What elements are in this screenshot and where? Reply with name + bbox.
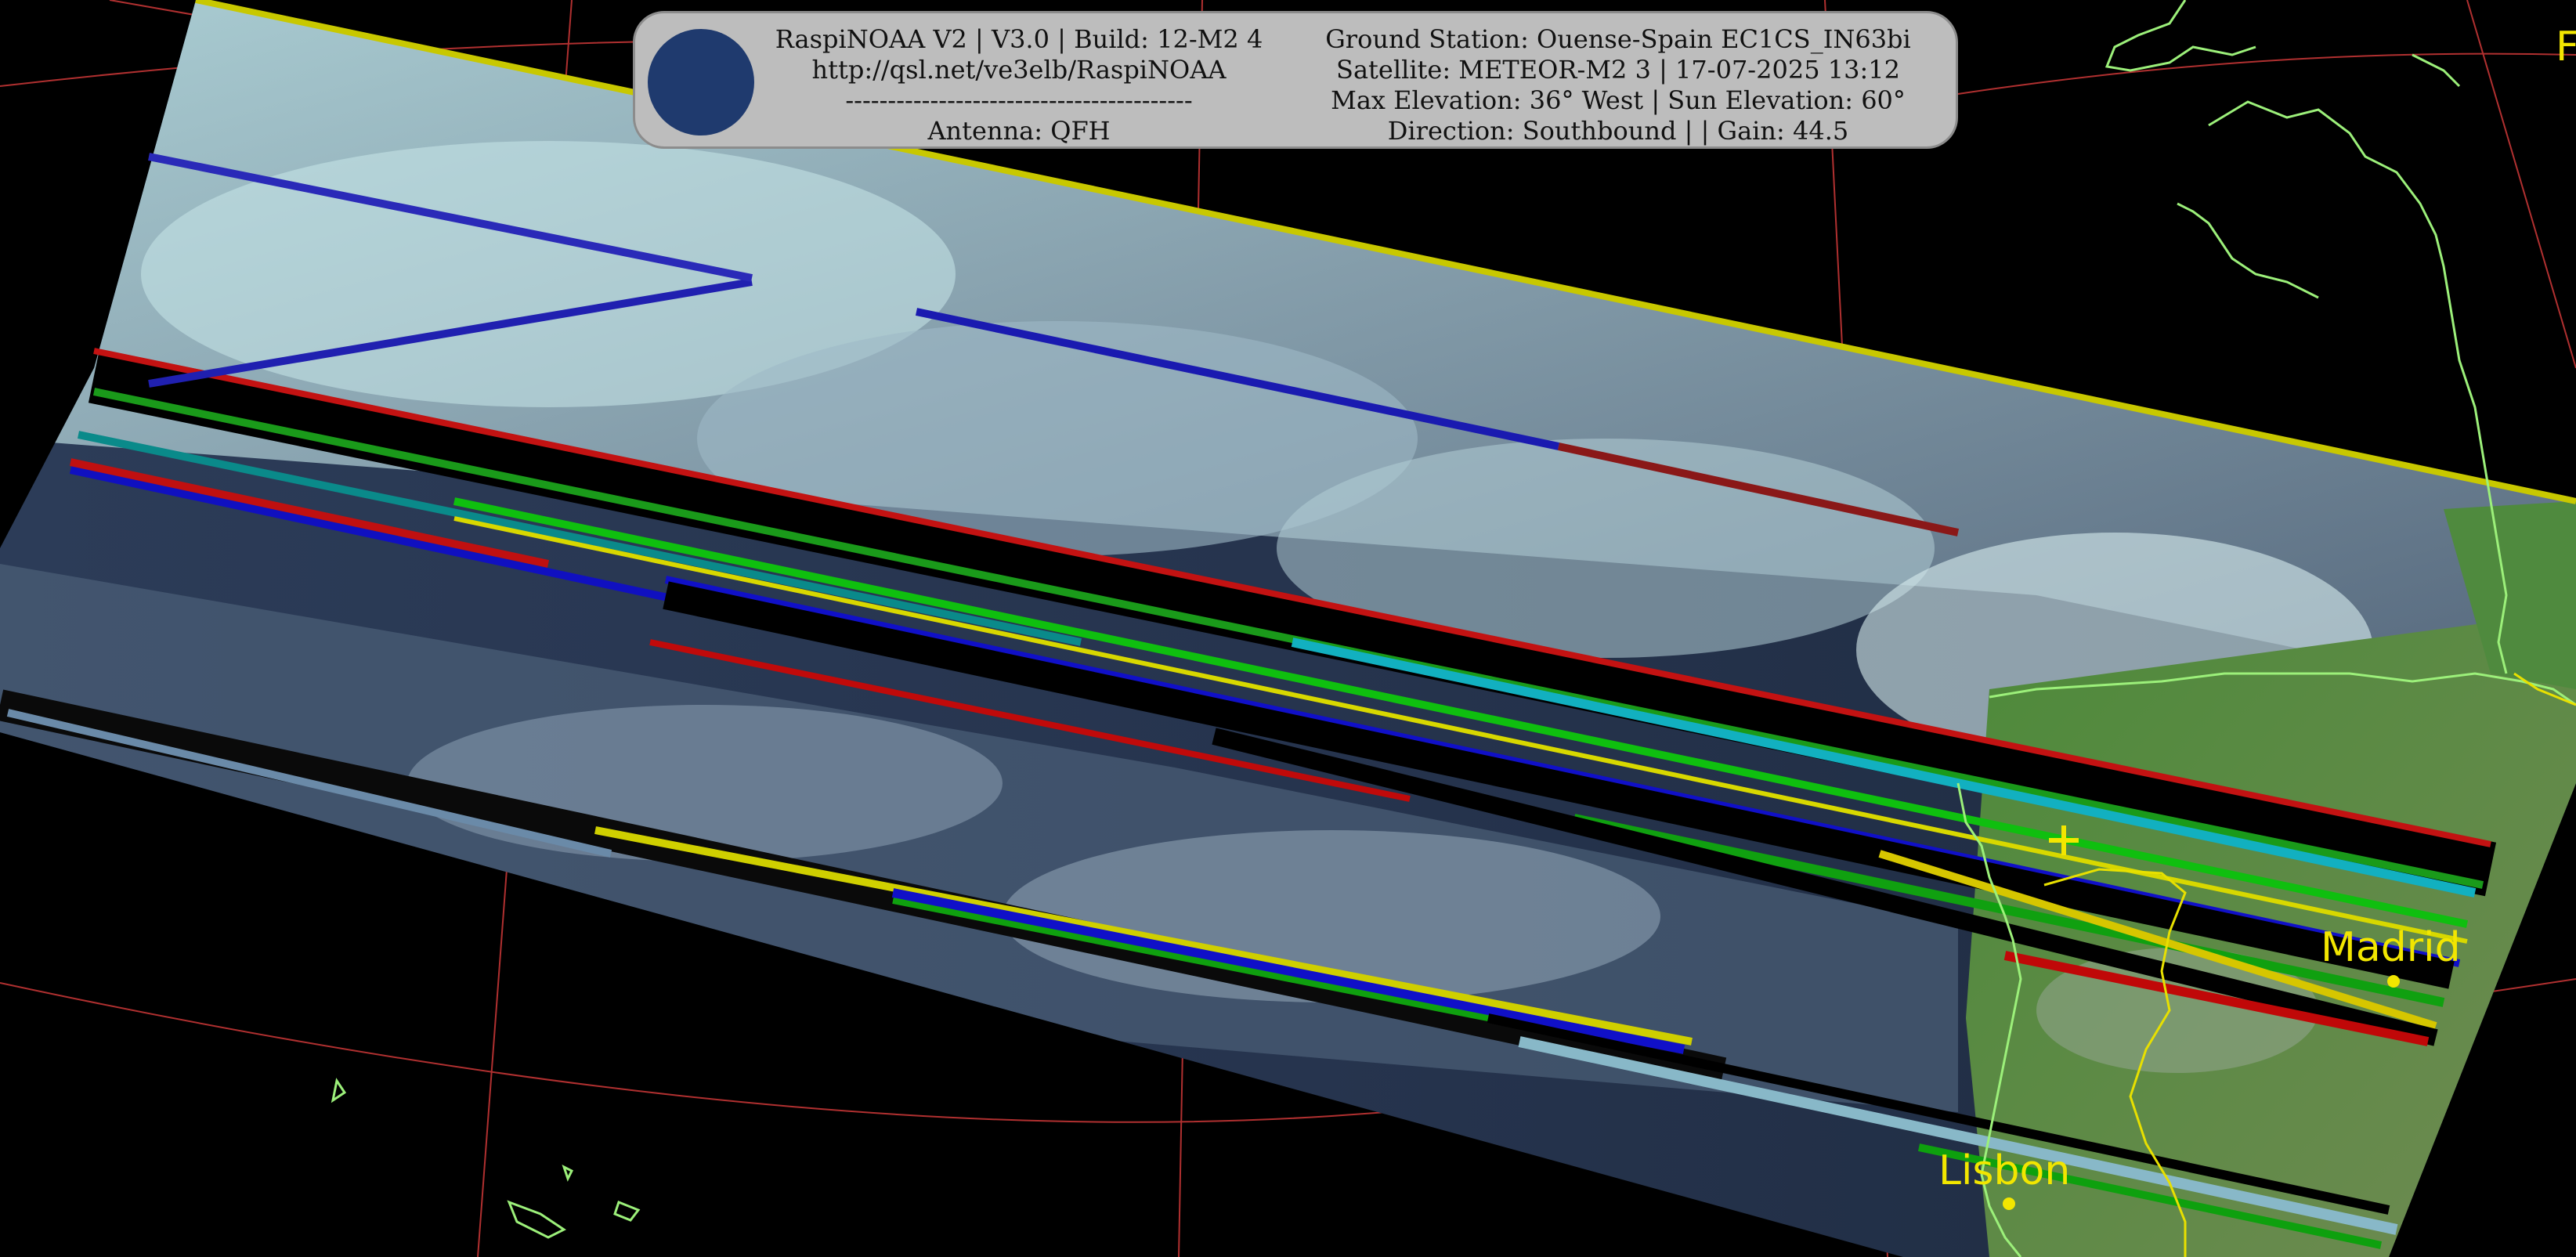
header-url-line: http://qsl.net/ve3elb/RaspiNOAA	[811, 55, 1227, 85]
header-right-column: Ground Station: Ouense-Spain EC1CS_IN63b…	[1301, 24, 1935, 146]
header-build-line: RaspiNOAA V2 | V3.0 | Build: 12-M2 4	[775, 24, 1263, 54]
header-ground-station-line: Ground Station: Ouense-Spain EC1CS_IN63b…	[1325, 24, 1911, 54]
city-dot-icon	[2003, 1197, 2015, 1210]
header-left-column: RaspiNOAA V2 | V3.0 | Build: 12-M2 4 htt…	[753, 24, 1285, 146]
edge-label-fragment: F	[2556, 23, 2576, 70]
city-label-madrid: Madrid	[2321, 924, 2461, 971]
city-dot-icon	[2387, 975, 2400, 988]
logo-disc	[648, 29, 754, 135]
header-divider-line: ----------------------------------------…	[845, 85, 1193, 115]
header-elevation-line: Max Elevation: 36° West | Sun Elevation:…	[1331, 85, 1906, 115]
satellite-pass-image	[0, 0, 2576, 1257]
header-antenna-line: Antenna: QFH	[927, 116, 1111, 146]
pass-info-header: RaspiNOAA V2 | V3.0 | Build: 12-M2 4 htt…	[633, 11, 1958, 149]
city-label-lisbon: Lisbon	[1938, 1147, 2071, 1194]
header-direction-line: Direction: Southbound | | Gain: 44.5	[1387, 116, 1849, 146]
header-satellite-line: Satellite: METEOR-M2 3 | 17-07-2025 13:1…	[1336, 55, 1900, 85]
